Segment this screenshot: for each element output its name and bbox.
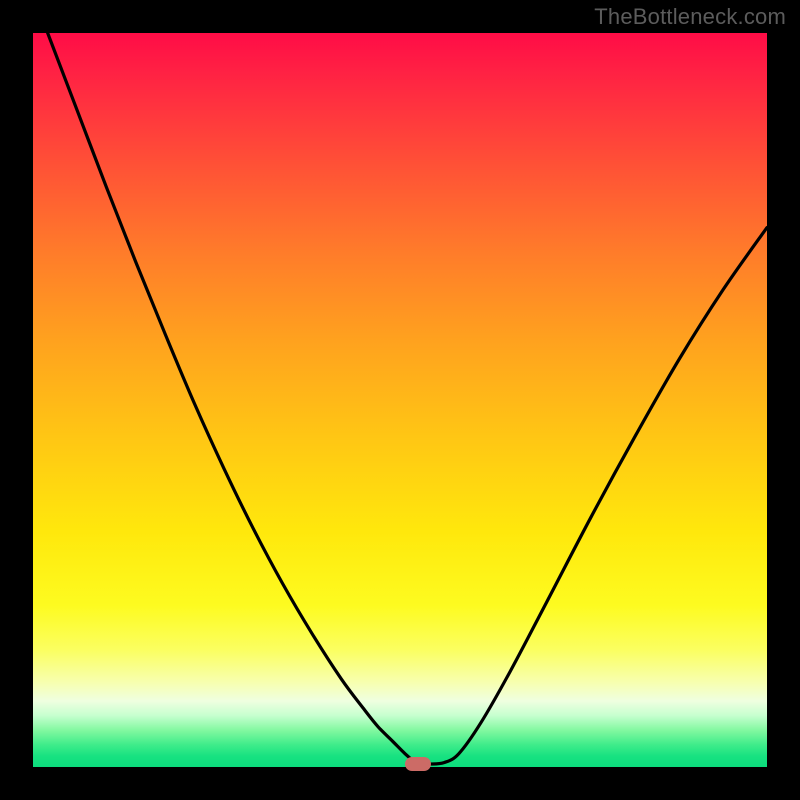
watermark-text: TheBottleneck.com (594, 4, 786, 30)
plot-area (33, 33, 767, 767)
chart-container: TheBottleneck.com (0, 0, 800, 800)
optimal-point-marker (405, 757, 431, 771)
bottleneck-curve (48, 33, 767, 764)
curve-svg (33, 33, 767, 767)
